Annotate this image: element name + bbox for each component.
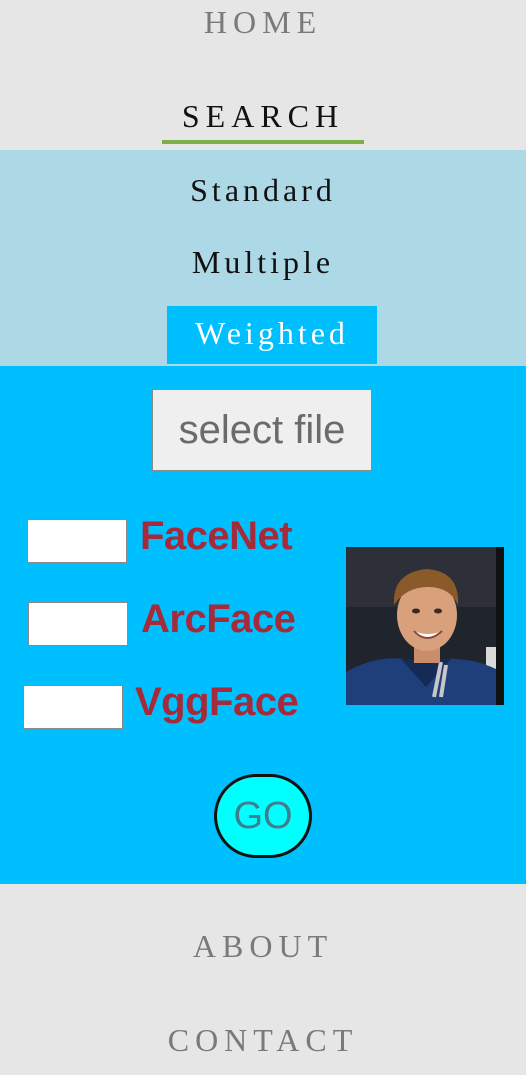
arcface-weight-input[interactable] xyxy=(28,602,128,646)
submenu-standard[interactable]: Standard xyxy=(0,172,526,209)
submenu-weighted-active[interactable]: Weighted xyxy=(167,306,377,364)
facenet-label: FaceNet xyxy=(140,514,293,558)
facenet-weight-input[interactable] xyxy=(27,519,127,563)
nav-about-link[interactable]: ABOUT xyxy=(0,928,526,965)
vggface-weight-input[interactable] xyxy=(23,685,123,729)
nav-contact-link[interactable]: CONTACT xyxy=(0,1022,526,1059)
nav-search-link[interactable]: SEARCH xyxy=(0,98,526,135)
select-file-button[interactable]: select file xyxy=(152,389,372,471)
face-photo-illustration xyxy=(346,547,504,705)
vggface-label: VggFace xyxy=(135,680,299,724)
page: HOME SEARCH Standard Multiple Weighted s… xyxy=(0,0,530,1075)
arcface-label: ArcFace xyxy=(141,597,296,641)
submenu-weighted-label: Weighted xyxy=(195,315,349,351)
nav-home-link[interactable]: HOME xyxy=(0,4,526,41)
uploaded-face-photo xyxy=(346,547,504,705)
weighted-search-panel: select file FaceNet ArcFace VggFace GO xyxy=(0,366,526,884)
top-nav: HOME SEARCH xyxy=(0,0,526,150)
search-submenu: Standard Multiple Weighted xyxy=(0,150,526,366)
submenu-multiple[interactable]: Multiple xyxy=(0,244,526,281)
active-nav-underline xyxy=(162,140,364,144)
go-button[interactable]: GO xyxy=(214,774,312,858)
bottom-nav: ABOUT CONTACT xyxy=(0,884,526,1075)
